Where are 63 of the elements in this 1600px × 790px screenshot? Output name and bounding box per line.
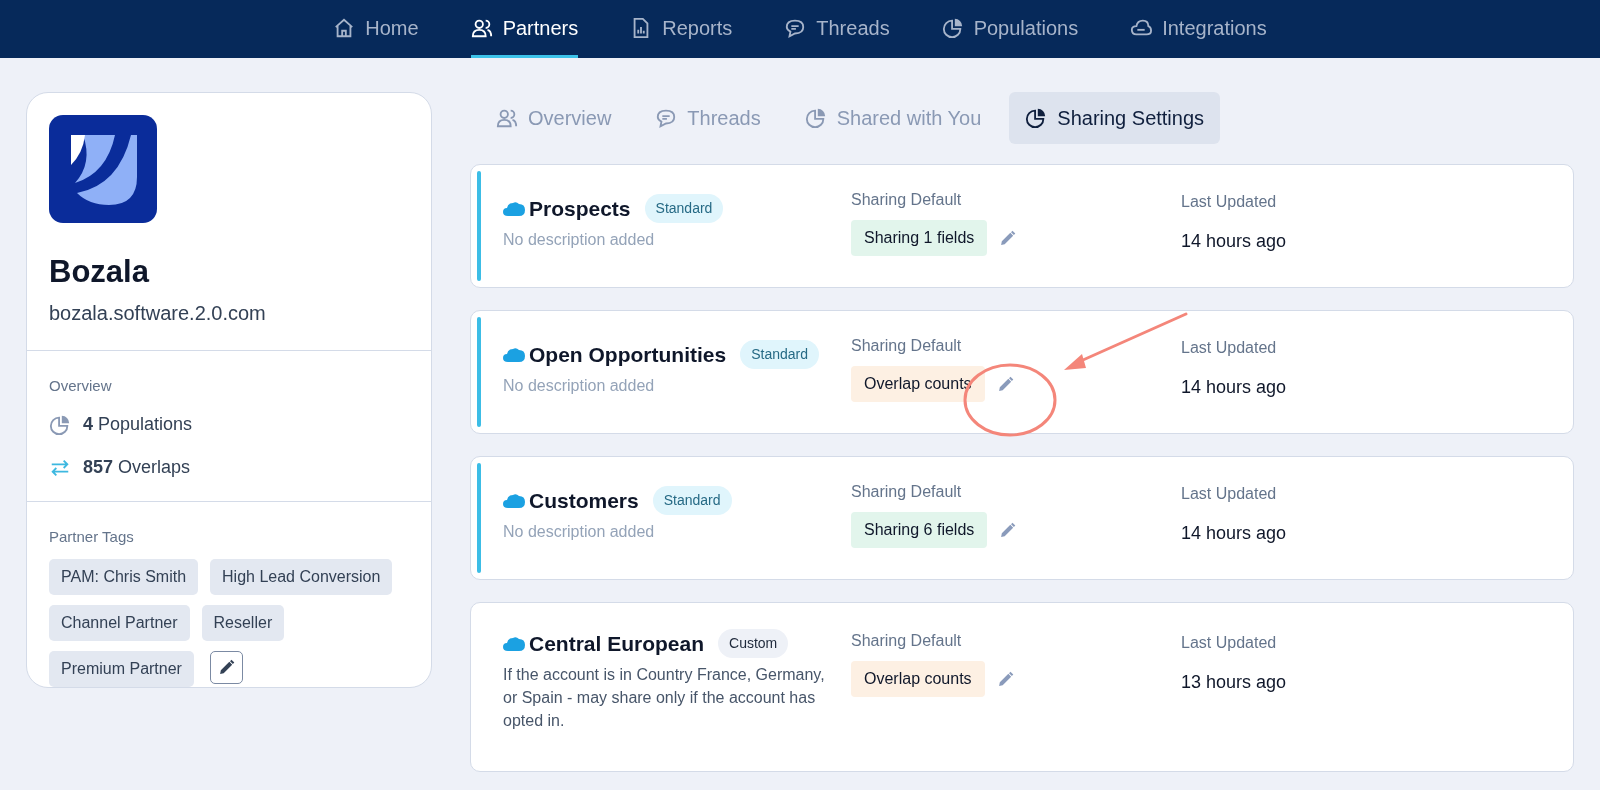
chat-icon — [655, 107, 678, 129]
partner-tag: Reseller — [201, 604, 285, 641]
population-description: No description added — [503, 376, 656, 397]
population-description: If the account is in Country France, Germany, or Spain - may share only if the account has opted in. — [503, 665, 826, 732]
population-name: Open Opportunities — [529, 341, 727, 368]
pencil-icon[interactable] — [999, 521, 1017, 539]
edit-tags-button[interactable] — [209, 650, 243, 684]
field-label: Sharing Default — [851, 190, 963, 210]
nav-tab[interactable]: Reports — [630, 0, 733, 58]
pencil-icon[interactable] — [999, 229, 1017, 247]
tab[interactable]: Sharing Settings — [1009, 92, 1221, 144]
nav-tab[interactable]: Integrations — [1130, 0, 1267, 58]
cloud-logo-icon — [503, 346, 525, 363]
partner-domain: bozala.software.2.0.com — [49, 300, 267, 326]
pie-chart-icon — [941, 16, 964, 39]
population-name: Customers — [529, 487, 639, 514]
sharing-pill: Overlap counts — [851, 366, 985, 402]
population-type-badge: Standard — [652, 486, 732, 515]
field-label: Last Updated — [1181, 483, 1278, 504]
last-updated-time: 14 hours ago — [1181, 229, 1287, 253]
nav-tab[interactable]: Threads — [784, 0, 890, 58]
last-updated-time: 13 hours ago — [1181, 670, 1287, 694]
field-label: Sharing Default — [851, 336, 963, 356]
last-updated-time: 14 hours ago — [1181, 521, 1287, 545]
population-type-badge: Standard — [740, 340, 819, 369]
partner-name: Bozala — [49, 253, 151, 291]
cloud-logo-icon — [503, 635, 525, 652]
population-description: No description added — [503, 230, 656, 251]
section-label: Partner Tags — [49, 527, 135, 548]
field-label: Last Updated — [1181, 191, 1278, 212]
sharing-pill: Overlap counts — [851, 661, 985, 697]
section-label: Overview — [49, 375, 113, 396]
pie-chart-icon — [1025, 107, 1048, 129]
population-name: Central European — [529, 630, 705, 657]
pencil-icon — [217, 658, 235, 676]
population-description: No description added — [503, 522, 656, 543]
stat-text: 4 Populations — [83, 413, 193, 437]
field-label: Last Updated — [1181, 337, 1278, 358]
stat-text: 857 Overlaps — [83, 456, 191, 480]
field-label: Last Updated — [1181, 632, 1278, 653]
pencil-icon[interactable] — [996, 670, 1014, 688]
population-name: Prospects — [529, 195, 631, 222]
pie-chart-icon — [804, 107, 827, 129]
pencil-icon[interactable] — [996, 375, 1014, 393]
sharing-pill: Sharing 1 fields — [851, 220, 988, 256]
partner-tag: Channel Partner — [49, 604, 190, 641]
nav-tab[interactable]: Partners — [470, 0, 579, 58]
nav-tab[interactable]: Home — [333, 0, 419, 58]
last-updated-time: 14 hours ago — [1181, 375, 1287, 399]
population-type-badge: Custom — [718, 629, 789, 658]
people-icon — [496, 107, 518, 129]
field-label: Sharing Default — [851, 631, 963, 651]
partner-tag: High Lead Conversion — [210, 558, 393, 595]
partner-tag: PAM: Chris Smith — [49, 558, 199, 595]
home-icon — [333, 16, 356, 39]
population-type-badge: Standard — [644, 194, 724, 223]
partner-tag: Premium Partner — [49, 650, 194, 687]
field-label: Sharing Default — [851, 482, 963, 502]
cloud-logo-icon — [503, 492, 525, 509]
sharing-pill: Sharing 6 fields — [851, 512, 988, 548]
nav-tab[interactable]: Populations — [941, 0, 1079, 58]
pie-chart-icon — [49, 413, 71, 436]
cloud-logo-icon — [503, 200, 525, 217]
